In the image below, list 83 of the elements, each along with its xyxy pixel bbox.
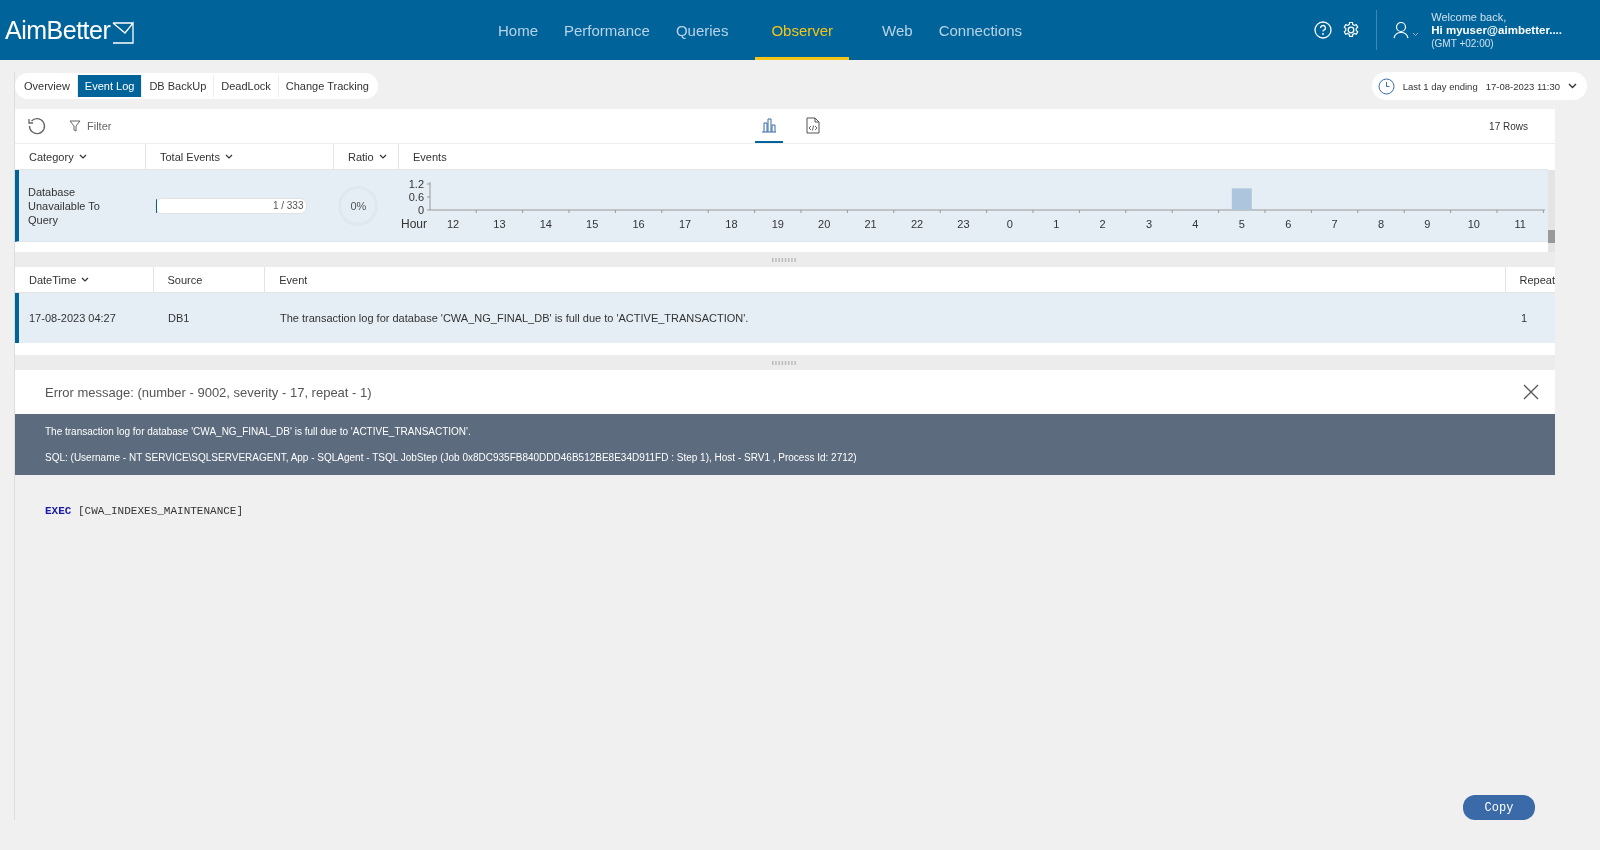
x-tick-label: 4 [1192,217,1199,230]
x-tick-label: 13 [493,217,506,230]
y-tick-label: 0 [417,203,424,216]
caret-icon [378,154,387,159]
scrollbar[interactable] [1548,170,1555,252]
column-header[interactable]: Event [279,273,308,286]
close-icon[interactable] [1523,384,1539,400]
category-text: Database Unavailable To Query [28,184,101,227]
bar-chart-icon [761,117,777,133]
bar [1231,187,1252,210]
column-header[interactable]: Total Events [160,150,220,163]
help-icon[interactable] [1314,21,1333,39]
sub-tab[interactable]: Event Log [77,75,143,97]
x-tick-label: 18 [725,217,738,230]
x-tick-label: 19 [771,217,784,230]
x-tick-label: 14 [539,217,552,230]
grip-handle-icon[interactable] [772,257,798,262]
x-tick-label: 17 [678,217,692,230]
total-events-text: 1 / 333 [272,200,305,211]
filter-button[interactable]: Filter [69,120,112,132]
chevron-down-icon [1568,83,1577,89]
x-tick-label: 5 [1238,217,1245,230]
column-header[interactable]: Events [413,150,447,163]
y-tick-label: 1.2 [408,177,424,190]
event-row[interactable]: 17-08-2023 04:27 DB1 The transaction log for database 'CWA_NG_FINAL_DB' is full due to 'ACTIVE_TRANSACTION'. 1 [15,293,1555,343]
x-tick-label: 3 [1145,217,1153,230]
nav-tab[interactable]: Observer [755,0,850,60]
ratio-ring: 0% [338,185,379,226]
nav-tab[interactable]: Queries [662,0,742,60]
x-tick-label: 7 [1331,217,1338,230]
copy-button[interactable]: Copy [1463,795,1535,820]
refresh-icon[interactable] [27,116,47,136]
x-axis-label: Hour [400,216,427,231]
nav-tab[interactable]: Connections [925,0,1036,60]
nav-tab[interactable]: Home [485,0,551,60]
nav-tab[interactable]: Web [869,0,926,60]
nav-tab[interactable]: Performance [551,0,663,60]
x-tick-label: 6 [1285,217,1292,230]
date-range-picker[interactable]: Last 1 day ending 17-08-2023 11:30 [1371,72,1587,100]
x-tick-label: 12 [446,217,460,230]
settings-icon[interactable] [1342,21,1361,39]
row-count: 17 Rows [1489,120,1528,132]
filter-icon [69,120,81,132]
x-tick-label: 1 [1053,217,1060,230]
x-tick-label: 16 [632,217,645,230]
x-tick-label: 20 [818,217,831,230]
grip-handle-icon[interactable] [772,360,798,365]
x-tick-label: 9 [1424,217,1431,230]
x-tick-label: 11 [1514,217,1526,230]
column-header[interactable]: Category [29,150,74,163]
column-header[interactable]: Repeat [1519,273,1555,286]
table-cell: 1 [1521,312,1528,324]
x-tick-label: 0 [1006,217,1013,230]
column-header[interactable]: DateTime [29,273,77,286]
x-tick-label: 21 [864,217,877,230]
column-header[interactable]: Source [167,273,203,286]
caret-icon [81,277,90,282]
code-text: EXEC [CWA_INDEXES_MAINTENANCE] [45,505,244,517]
error-details: SQL: (Username - NT SERVICE\SQLSERVERAGENT, App - SQLAgent - TSQL JobStep (Job 0x8DC935FB840DDD46B512BE8E34D911FD : Step 1), Host - SRV1 , Process Id: 2712) [45,452,858,464]
column-header[interactable]: Ratio [348,150,374,163]
user-name: Hi myuser@aimbetter.... [1431,23,1562,37]
x-tick-label: 23 [957,217,970,230]
table-cell: The transaction log for database 'CWA_NG_FINAL_DB' is full due to 'ACTIVE_TRANSACTION'. [280,312,749,324]
error-message: The transaction log for database 'CWA_NG_FINAL_DB' is full due to 'ACTIVE_TRANSACTION'. [45,426,472,438]
table-cell: DB1 [168,312,190,324]
y-tick-label: 0.6 [408,190,424,203]
x-tick-label: 8 [1377,217,1385,230]
welcome-text: Welcome back, [1431,10,1508,24]
caret-icon [78,154,87,159]
timezone-text: (GMT +02:00) [1431,36,1495,50]
code-file-icon [806,116,820,134]
clock-icon [1377,77,1395,95]
category-row[interactable]: Database Unavailable To Query 1 / 333 0% 0 0.6 1.2 Hour 12 13 14 15 16 17 18 19 20 21 22 23 0 1 2 3 4 5 6 7 8 9 10 11 [15,170,1548,242]
x-tick-label: 2 [1099,217,1106,230]
error-title: Error message: (number - 9002, severity - 17, repeat - 1) [45,384,372,400]
x-tick-label: 22 [910,217,924,230]
table-cell: 17-08-2023 04:27 [29,312,116,324]
logo-text: AimBetter [5,15,111,45]
caret-icon [224,154,233,159]
x-tick-label: 15 [586,217,599,230]
x-tick-label: 10 [1467,217,1480,230]
y-axis [426,181,431,210]
logo-flag-icon [111,20,136,45]
